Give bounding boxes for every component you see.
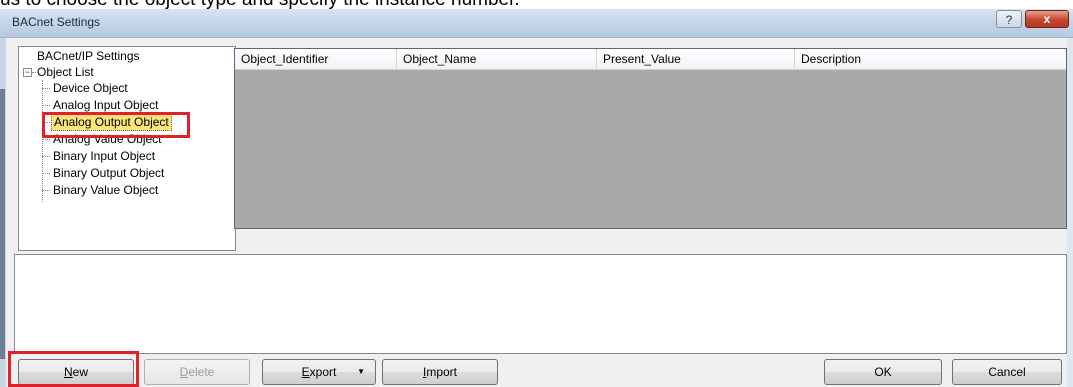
help-button[interactable]: ? [996, 10, 1022, 28]
close-button[interactable]: x [1025, 10, 1069, 28]
delete-button[interactable]: Delete [144, 359, 250, 385]
object-tree[interactable]: BACnet/IP Settings − Object List Device … [18, 46, 236, 251]
export-button[interactable]: Export ▼ [262, 359, 376, 385]
cancel-button[interactable]: Cancel [952, 359, 1062, 385]
column-header-present-value[interactable]: Present_Value [597, 49, 795, 69]
window-title: BACnet Settings [12, 15, 101, 29]
tree-connector [32, 72, 36, 73]
highlight-box-new-button [8, 351, 139, 387]
object-table[interactable]: Object_Identifier Object_Name Present_Va… [234, 48, 1067, 229]
tree-item-device-object[interactable]: Device Object [53, 81, 128, 96]
bacnet-settings-dialog: BACnet Settings ? x BACnet/IP Settings −… [0, 9, 1073, 387]
tree-connector [42, 156, 50, 157]
tree-vertical-line [42, 80, 43, 202]
instruction-caption: us to choose the object type and specify… [0, 0, 1073, 9]
tree-connector [42, 139, 50, 140]
collapse-icon[interactable]: − [23, 68, 32, 77]
tree-item-binary-value-object[interactable]: Binary Value Object [53, 183, 158, 198]
dialog-client-area: BACnet/IP Settings − Object List Device … [6, 38, 1067, 387]
left-frame-strip [0, 89, 5, 359]
tree-item-object-list[interactable]: Object List [37, 65, 94, 80]
tree-item-binary-output-object[interactable]: Binary Output Object [53, 166, 164, 181]
highlight-box-analog-output [42, 112, 190, 138]
column-header-object-identifier[interactable]: Object_Identifier [235, 49, 397, 69]
table-header: Object_Identifier Object_Name Present_Va… [235, 49, 1066, 70]
tree-connector [42, 173, 50, 174]
import-button[interactable]: Import [382, 359, 498, 385]
tree-item-binary-input-object[interactable]: Binary Input Object [53, 149, 155, 164]
tree-connector [42, 88, 50, 89]
ok-button[interactable]: OK [824, 359, 942, 385]
column-header-description[interactable]: Description [795, 49, 1066, 69]
tree-item-bacnet-ip-settings[interactable]: BACnet/IP Settings [37, 49, 140, 64]
tree-connector [42, 105, 50, 106]
description-box [14, 254, 1067, 354]
column-header-object-name[interactable]: Object_Name [397, 49, 597, 69]
tree-connector [42, 190, 50, 191]
chevron-down-icon: ▼ [357, 367, 365, 376]
title-bar: BACnet Settings ? x [0, 9, 1073, 38]
tree-item-analog-input-object[interactable]: Analog Input Object [53, 98, 158, 113]
